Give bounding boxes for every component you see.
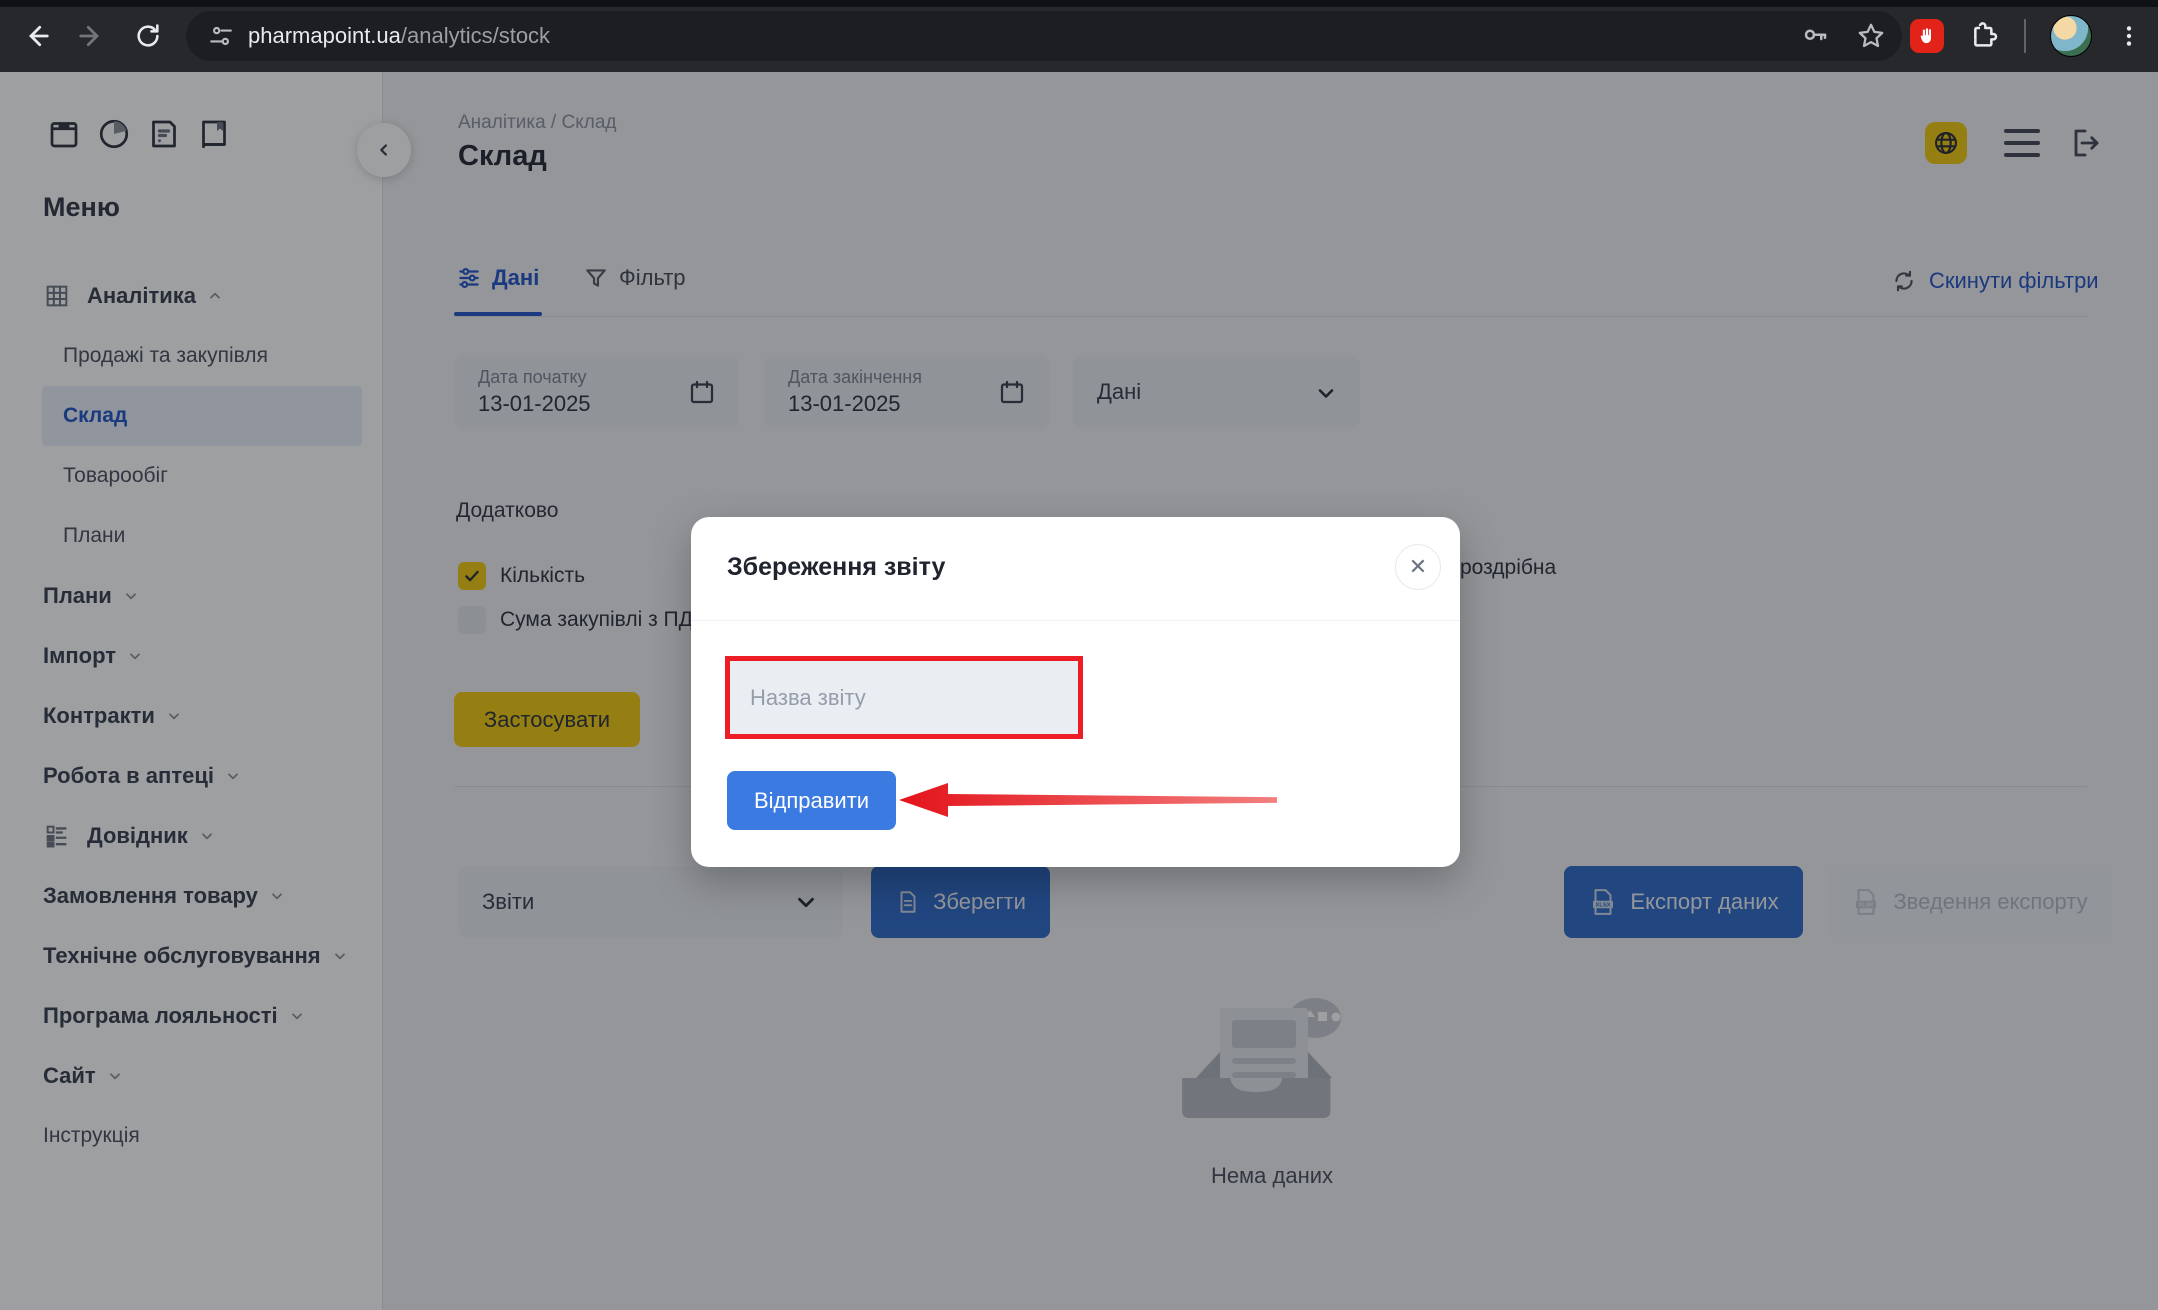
site-info-icon[interactable]: [208, 23, 234, 49]
modal-divider: [691, 620, 1460, 621]
profile-avatar[interactable]: [2050, 15, 2092, 57]
modal-close-button[interactable]: ✕: [1395, 544, 1441, 590]
modal-title: Збереження звіту: [727, 553, 945, 582]
password-key-icon[interactable]: [1800, 21, 1830, 51]
bookmark-star-icon[interactable]: [1856, 21, 1886, 51]
back-icon[interactable]: [14, 14, 58, 58]
browser-menu-icon[interactable]: [2116, 23, 2142, 49]
report-name-highlight-box: [725, 656, 1083, 739]
forward-icon[interactable]: [70, 14, 114, 58]
url-bar[interactable]: pharmapoint.ua/analytics/stock: [186, 11, 1902, 61]
url-text[interactable]: pharmapoint.ua/analytics/stock: [248, 23, 550, 49]
page: pharmapoint.ua/analytics/stock: [0, 0, 2158, 1310]
toolbar-separator: [2024, 19, 2026, 53]
report-name-input[interactable]: [730, 661, 1078, 734]
annotation-arrow: [896, 781, 1280, 819]
submit-button[interactable]: Відправити: [727, 771, 896, 830]
adblock-icon[interactable]: [1910, 19, 1944, 53]
extensions-puzzle-icon[interactable]: [1968, 20, 2000, 52]
browser-toolbar: pharmapoint.ua/analytics/stock: [0, 0, 2158, 72]
close-icon: ✕: [1409, 554, 1427, 580]
reload-icon[interactable]: [126, 14, 170, 58]
